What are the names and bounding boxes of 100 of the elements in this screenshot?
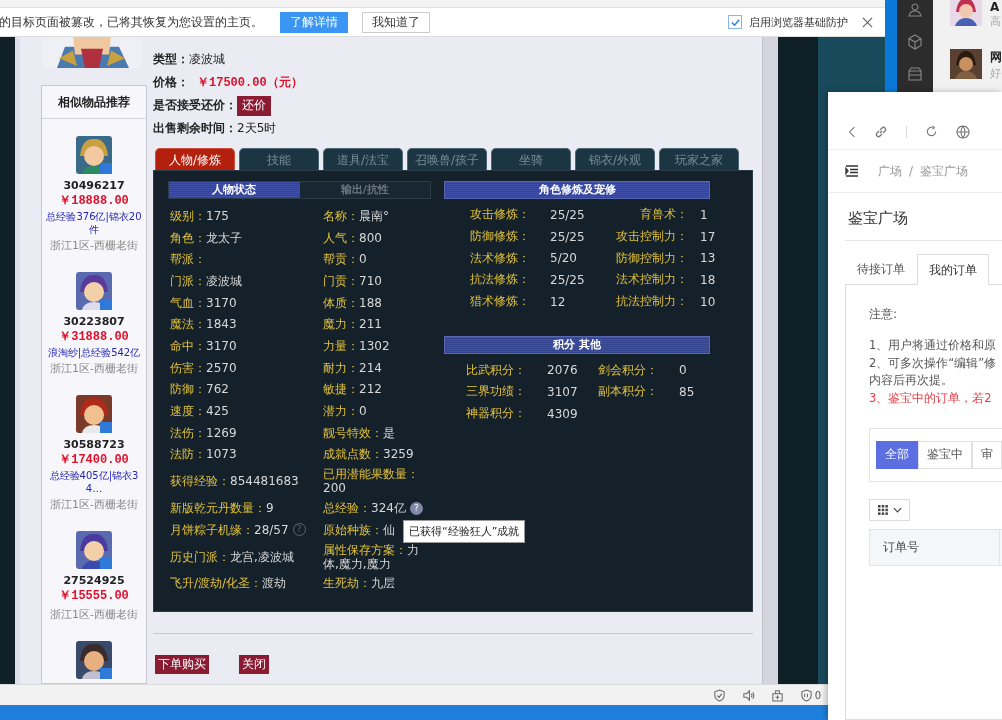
breadcrumb-separator: / bbox=[909, 164, 914, 178]
stat-value: 2076 bbox=[546, 363, 579, 378]
attribute: 靓号特效：是 bbox=[323, 425, 395, 440]
tab[interactable]: 我的订单 bbox=[917, 254, 989, 285]
stat-label: 防御修炼： bbox=[470, 228, 531, 246]
attribute: 帮派： bbox=[170, 252, 206, 267]
item-tags[interactable]: 总经验405亿|锦衣34… bbox=[42, 469, 146, 495]
globe-icon[interactable] bbox=[956, 124, 970, 139]
grid-icon bbox=[877, 504, 888, 515]
stat-label: 副本积分： bbox=[598, 383, 659, 401]
notification-button[interactable]: 我知道了 bbox=[362, 11, 430, 33]
item-id: 27524925 bbox=[63, 573, 125, 588]
field-label: 价格： bbox=[153, 74, 189, 91]
attribute: 获得经验：854481683 bbox=[170, 474, 299, 489]
stat-label: 抗法控制力： bbox=[615, 293, 688, 311]
action-button[interactable]: 下单购买 bbox=[155, 655, 209, 674]
field-label: 类型： bbox=[153, 51, 189, 68]
counter-offer-button[interactable]: 还价 bbox=[237, 95, 271, 116]
notice-text: 3、鉴宝中的订单，若2 bbox=[869, 390, 993, 408]
item-tags[interactable]: 浪淘纱|总经验542亿 bbox=[42, 346, 146, 359]
attribute: 门贡：710 bbox=[323, 273, 382, 288]
attribute: 总经验：324亿 bbox=[323, 501, 406, 516]
stat-label: 神器积分： bbox=[466, 405, 527, 423]
tab[interactable]: 玩家之家 bbox=[659, 148, 739, 170]
tooltip: 已获得“经验狂人”成就 bbox=[403, 520, 526, 544]
stat-value: 10 bbox=[699, 294, 717, 309]
tab[interactable]: 召唤兽/孩子 bbox=[407, 148, 487, 170]
stat-value: 25/25 bbox=[549, 229, 586, 244]
link-icon[interactable] bbox=[874, 124, 888, 139]
close-icon[interactable] bbox=[862, 16, 873, 28]
attribute: 月饼粽子机缘：28/57 bbox=[170, 522, 289, 537]
shield-icon[interactable] bbox=[799, 688, 813, 702]
filter-button[interactable]: 鉴宝中 bbox=[918, 440, 972, 469]
stat-value: 5/20 bbox=[549, 251, 578, 266]
stat-value: 1 bbox=[699, 207, 709, 222]
tab[interactable]: 技能 bbox=[239, 148, 319, 170]
item-id: 30496217 bbox=[63, 178, 125, 193]
action-button[interactable]: 关闭 bbox=[239, 655, 269, 674]
field-value: 凌波城 bbox=[189, 51, 225, 68]
attribute: 新版乾元丹数量：9 bbox=[170, 501, 274, 516]
field-label: 出售剩余时间： bbox=[153, 120, 237, 137]
attribute: 法防：1073 bbox=[170, 447, 237, 462]
checkbox-label: 启用浏览器基础防护 bbox=[749, 14, 848, 30]
box-plus-icon[interactable] bbox=[770, 688, 784, 702]
filter-button[interactable]: 全部 bbox=[876, 440, 918, 469]
stat-label: 剑会积分： bbox=[598, 361, 659, 379]
attribute: 角色：龙太子 bbox=[170, 230, 242, 245]
server-name: 浙江1区-西栅老街 bbox=[50, 238, 138, 254]
chat-title: 网 bbox=[990, 49, 1002, 66]
attribute: 已用潜能果数量： 200 bbox=[323, 467, 420, 496]
chat-preview: 好 bbox=[990, 66, 1002, 81]
attribute: 生死劫：九层 bbox=[323, 576, 395, 591]
stat-value: 4309 bbox=[546, 406, 579, 421]
menu-icon[interactable] bbox=[845, 165, 859, 177]
item-id: 30588723 bbox=[63, 437, 125, 452]
attribute: 耐力：214 bbox=[323, 360, 382, 375]
attribute: 法伤：1269 bbox=[170, 425, 237, 440]
stat-value: 25/25 bbox=[549, 207, 586, 222]
column-header[interactable]: 订单号 bbox=[870, 529, 1000, 565]
section-header: 角色修炼及宠修 bbox=[444, 181, 710, 199]
speaker-icon[interactable] bbox=[741, 688, 755, 702]
column-menu-button[interactable] bbox=[869, 498, 910, 521]
tab[interactable]: 锦衣/外观 bbox=[575, 148, 655, 170]
stat-value: 18 bbox=[699, 272, 717, 287]
refresh-icon[interactable] bbox=[925, 125, 938, 138]
stat-label: 攻击修炼： bbox=[470, 206, 531, 224]
checkbox[interactable] bbox=[728, 15, 742, 29]
stat-label: 三界功绩： bbox=[466, 383, 527, 401]
tab[interactable]: 道具/法宝 bbox=[323, 148, 403, 170]
scrollbar[interactable] bbox=[762, 37, 778, 684]
badge-count: 0 bbox=[814, 689, 821, 701]
attribute: 门派：凌波城 bbox=[170, 273, 242, 288]
stat-value: 13 bbox=[699, 251, 717, 266]
attribute: 速度：425 bbox=[170, 404, 229, 419]
item-price: ￥15555.00 bbox=[59, 588, 129, 605]
shield-icon[interactable] bbox=[712, 688, 726, 702]
notice-text: 1、用户将通过价格和原 bbox=[869, 337, 998, 354]
stat-value: 25/25 bbox=[549, 272, 586, 287]
cube-icon[interactable] bbox=[906, 34, 923, 50]
back-icon[interactable] bbox=[848, 125, 856, 138]
attribute: 级别：175 bbox=[170, 208, 229, 223]
chat-title: A bbox=[990, 0, 1001, 14]
filter-button[interactable]: 审 bbox=[972, 440, 1002, 469]
sub-tab[interactable]: 人物状态 bbox=[169, 182, 300, 198]
stat-value: 3107 bbox=[546, 384, 579, 399]
attribute: 魔法：1843 bbox=[170, 317, 237, 332]
server-name: 浙江1区-西栅老街 bbox=[50, 361, 138, 377]
item-id: 30223807 bbox=[63, 314, 125, 329]
attribute: 伤害：2570 bbox=[170, 360, 237, 375]
tab[interactable]: 人物/修炼 bbox=[155, 148, 235, 170]
person-icon[interactable] bbox=[906, 2, 923, 18]
item-tags[interactable]: 总经验376亿|锦衣20件 bbox=[42, 210, 146, 236]
server-name: 浙江1区-西栅老街 bbox=[50, 497, 138, 513]
attribute: 飞升/渡劫/化圣：渡劫 bbox=[170, 576, 287, 591]
tab[interactable]: 待接订单 bbox=[845, 253, 917, 284]
chat-preview: 高 bbox=[990, 14, 1001, 29]
tab[interactable]: 坐骑 bbox=[491, 148, 571, 170]
help-icon[interactable]: ? bbox=[409, 501, 423, 515]
attribute: 体质：188 bbox=[323, 295, 382, 310]
box-icon[interactable] bbox=[906, 66, 923, 82]
